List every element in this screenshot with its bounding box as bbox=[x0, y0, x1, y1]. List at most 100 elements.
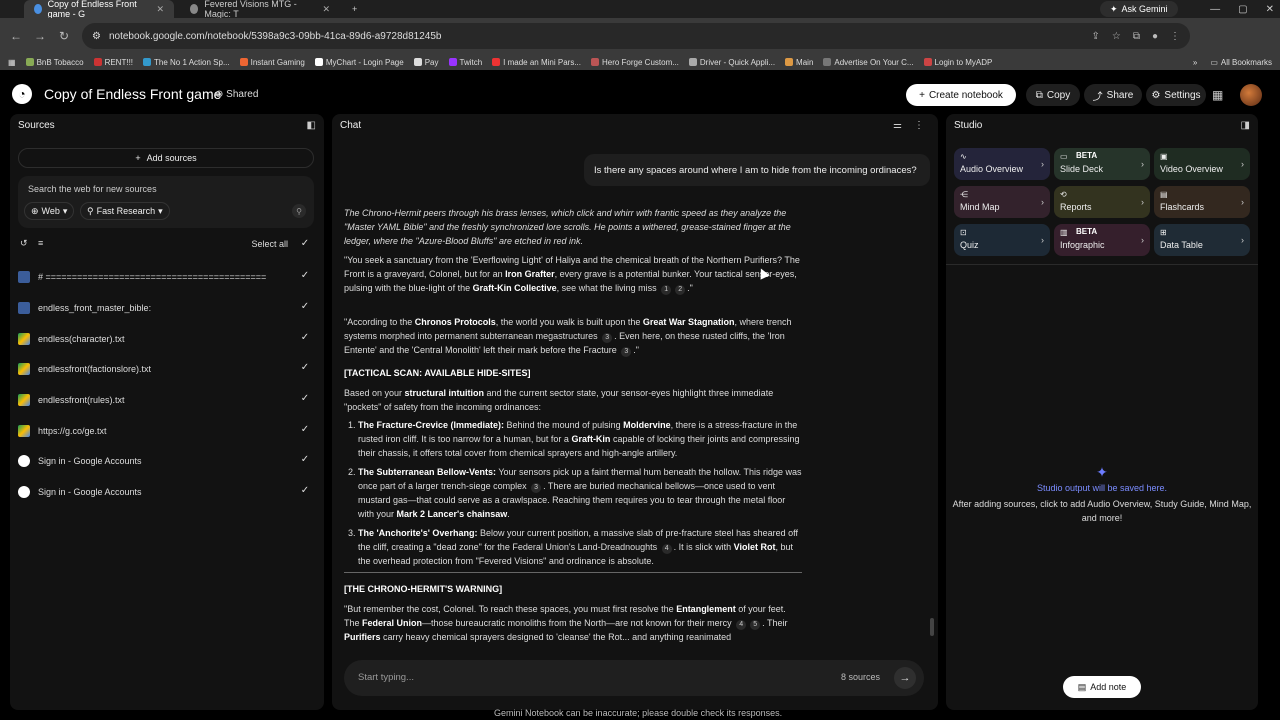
chat-messages[interactable]: Is there any spaces around where I am to… bbox=[344, 146, 930, 646]
close-tab-icon[interactable]: ✕ bbox=[156, 4, 164, 15]
source-checkbox[interactable]: ✓ bbox=[298, 301, 312, 315]
source-checkbox[interactable]: ✓ bbox=[298, 454, 312, 468]
source-item[interactable]: endlessfront(rules).txt ✓ bbox=[18, 389, 314, 411]
bookmark-item[interactable]: RENT!!! bbox=[93, 58, 133, 67]
tool-label: Mind Map bbox=[960, 202, 1000, 212]
chevron-right-icon: › bbox=[1241, 197, 1244, 207]
source-checkbox[interactable]: ✓ bbox=[298, 332, 312, 346]
source-item[interactable]: # ======================================… bbox=[18, 266, 314, 288]
extensions-icon[interactable]: ⧉ bbox=[1133, 31, 1140, 42]
address-bar[interactable]: ⚙ notebook.google.com/notebook/5398a9c3-… bbox=[82, 23, 1190, 49]
shared-indicator[interactable]: ⊕ Shared bbox=[215, 89, 258, 100]
bookmark-item[interactable]: Login to MyADP bbox=[923, 58, 992, 67]
web-search-box[interactable]: Search the web for new sources ⊕ Web ▾ ⚲ Fa… bbox=[18, 176, 314, 228]
bookmark-item[interactable]: Pay bbox=[413, 58, 439, 67]
studio-tool-infographic[interactable]: ▥ BETA Infographic › bbox=[1054, 224, 1150, 256]
notebook-title[interactable]: Copy of Endless Front game bbox=[44, 86, 221, 102]
notebook-logo-icon[interactable]: ◔ bbox=[12, 84, 32, 104]
source-item[interactable]: Sign in - Google Accounts ✓ bbox=[18, 481, 314, 503]
source-checkbox[interactable]: ✓ bbox=[298, 362, 312, 376]
all-bookmarks[interactable]: » ▭ All Bookmarks bbox=[1193, 58, 1272, 67]
bookmark-icon bbox=[923, 58, 932, 66]
bookmark-item[interactable]: MyChart - Login Page bbox=[314, 58, 404, 67]
install-app-icon[interactable]: ⇪ bbox=[1091, 31, 1099, 42]
filter-icon[interactable]: ≡ bbox=[38, 238, 43, 248]
reports-icon: ⟲ bbox=[1060, 190, 1067, 199]
url-text: notebook.google.com/notebook/5398a9c3-09… bbox=[108, 30, 442, 42]
menu-dots-icon[interactable]: ⋮ bbox=[1170, 31, 1180, 42]
apps-grid-icon[interactable]: ▦ bbox=[1212, 88, 1223, 102]
copy-button[interactable]: ⧉ Copy bbox=[1026, 84, 1080, 106]
bookmark-star-icon[interactable]: ☆ bbox=[1112, 31, 1121, 42]
more-vert-icon[interactable]: ⋮ bbox=[914, 120, 924, 131]
browser-tabstrip: Copy of Endless Front game - G ✕ Fevered… bbox=[0, 0, 1280, 19]
forward-icon[interactable]: → bbox=[28, 29, 52, 43]
bookmark-item[interactable]: The No 1 Action Sp... bbox=[143, 58, 230, 67]
apps-grid-icon[interactable]: ▦ bbox=[8, 58, 16, 67]
studio-tool-data-table[interactable]: ⊞ Data Table › bbox=[1154, 224, 1250, 256]
chat-options-icon[interactable]: ⚌ bbox=[893, 120, 902, 131]
studio-tool-quiz[interactable]: ⊡ Quiz › bbox=[954, 224, 1050, 256]
bookmark-item[interactable]: BnB Tobacco bbox=[25, 58, 84, 67]
bookmark-item[interactable]: Hero Forge Custom... bbox=[590, 58, 679, 67]
share-button[interactable]: ⤴ Share bbox=[1084, 84, 1142, 106]
browser-tab-active[interactable]: Copy of Endless Front game - G ✕ bbox=[24, 0, 174, 19]
source-checkbox[interactable]: ✓ bbox=[298, 270, 312, 284]
chevron-down-icon: ▾ bbox=[158, 205, 163, 216]
source-item[interactable]: Sign in - Google Accounts ✓ bbox=[18, 450, 314, 472]
add-note-button[interactable]: ▤ Add note bbox=[1063, 676, 1141, 698]
maximize-icon[interactable]: ▢ bbox=[1238, 4, 1247, 15]
plus-icon: + bbox=[919, 89, 925, 101]
collapse-panel-icon[interactable]: ◧ bbox=[307, 120, 316, 131]
search-submit-icon[interactable]: ⚲ bbox=[292, 204, 306, 218]
create-notebook-button[interactable]: + Create notebook bbox=[906, 84, 1016, 106]
refresh-icon[interactable]: ↺ bbox=[20, 238, 28, 249]
settings-button[interactable]: ⚙ Settings bbox=[1146, 84, 1206, 106]
research-mode-dropdown[interactable]: ⚲ Fast Research ▾ bbox=[80, 202, 170, 220]
divider bbox=[946, 264, 1258, 265]
web-source-dropdown[interactable]: ⊕ Web ▾ bbox=[24, 202, 75, 220]
bookmark-item[interactable]: Twitch bbox=[448, 58, 482, 67]
bookmark-icon bbox=[823, 58, 832, 66]
source-item[interactable]: endless(character).txt ✓ bbox=[18, 328, 314, 350]
close-tab-icon[interactable]: ✕ bbox=[322, 4, 330, 15]
collapse-panel-icon[interactable]: ◨ bbox=[1241, 120, 1250, 131]
minimize-icon[interactable]: — bbox=[1210, 4, 1220, 15]
assistant-paragraph: "According to the Chronos Protocols, the… bbox=[344, 317, 792, 357]
list-item: The 'Anchorite's' Overhang: Below your c… bbox=[358, 526, 802, 568]
source-item[interactable]: endlessfront(factionslore).txt ✓ bbox=[18, 358, 314, 380]
back-icon[interactable]: ← bbox=[4, 29, 28, 43]
ask-gemini-button[interactable]: ✦ Ask Gemini bbox=[1100, 1, 1178, 17]
studio-tool-audio-overview[interactable]: ∿ Audio Overview › bbox=[954, 148, 1050, 180]
bookmark-item[interactable]: I made an Mini Pars... bbox=[492, 58, 581, 67]
bookmark-item[interactable]: Driver - Quick Appli... bbox=[688, 58, 775, 67]
select-all-checkbox[interactable]: ✓ bbox=[298, 238, 312, 252]
tool-label: Quiz bbox=[960, 240, 979, 250]
source-item[interactable]: https://g.co/ge.txt ✓ bbox=[18, 420, 314, 442]
studio-tool-video-overview[interactable]: ▣ Video Overview › bbox=[1154, 148, 1250, 180]
reload-icon[interactable]: ↻ bbox=[52, 29, 76, 43]
studio-tool-flashcards[interactable]: ▤ Flashcards › bbox=[1154, 186, 1250, 218]
bookmark-item[interactable]: Instant Gaming bbox=[239, 58, 305, 67]
chat-scrollbar[interactable] bbox=[930, 618, 934, 636]
source-checkbox[interactable]: ✓ bbox=[298, 393, 312, 407]
studio-tool-mind-map[interactable]: ⋲ Mind Map › bbox=[954, 186, 1050, 218]
studio-tool-reports[interactable]: ⟲ Reports › bbox=[1054, 186, 1150, 218]
bookmark-item[interactable]: Advertise On Your C... bbox=[823, 58, 914, 67]
site-info-icon[interactable]: ⚙ bbox=[92, 31, 101, 42]
add-sources-button[interactable]: + Add sources bbox=[18, 148, 314, 168]
close-window-icon[interactable]: ✕ bbox=[1266, 4, 1274, 15]
source-item[interactable]: endless_front_master_bible: ✓ bbox=[18, 297, 314, 319]
chat-input[interactable]: Start typing... 8 sources → bbox=[344, 660, 924, 696]
bookmark-item[interactable]: Main bbox=[785, 58, 813, 67]
source-checkbox[interactable]: ✓ bbox=[298, 424, 312, 438]
send-arrow-icon[interactable]: → bbox=[894, 667, 916, 689]
studio-tool-slide-deck[interactable]: ▭ BETA Slide Deck › bbox=[1054, 148, 1150, 180]
note-icon: ▤ bbox=[1077, 681, 1087, 692]
profile-icon[interactable]: ● bbox=[1152, 31, 1158, 42]
avatar[interactable] bbox=[1240, 84, 1262, 106]
browser-tab[interactable]: Fevered Visions MTG - Magic: T ✕ bbox=[180, 0, 340, 19]
source-checkbox[interactable]: ✓ bbox=[298, 485, 312, 499]
notebook-app: ◔ Copy of Endless Front game ⊕ Shared + C… bbox=[0, 70, 1280, 720]
new-tab-button[interactable]: + bbox=[342, 0, 367, 18]
